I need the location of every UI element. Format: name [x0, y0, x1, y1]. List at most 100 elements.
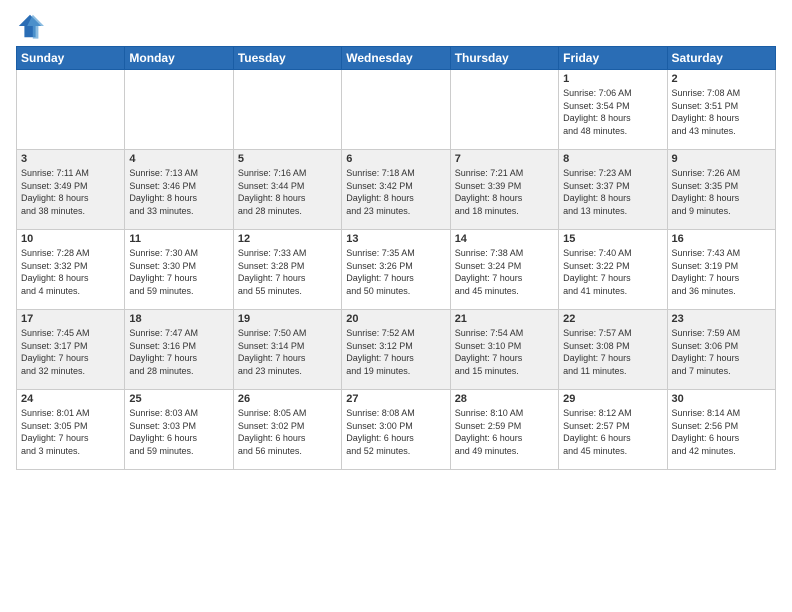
day-info: Sunrise: 8:05 AM Sunset: 3:02 PM Dayligh…	[238, 407, 337, 457]
day-number: 23	[672, 313, 771, 325]
calendar-day: 2 Sunrise: 7:08 AM Sunset: 3:51 PM Daylig…	[667, 70, 775, 150]
calendar-day	[450, 70, 558, 150]
day-number: 17	[21, 313, 120, 325]
weekday-header: Sunday	[17, 47, 125, 70]
day-info: Sunrise: 7:45 AM Sunset: 3:17 PM Dayligh…	[21, 327, 120, 377]
logo	[16, 12, 48, 40]
weekday-header: Friday	[559, 47, 667, 70]
day-info: Sunrise: 7:40 AM Sunset: 3:22 PM Dayligh…	[563, 247, 662, 297]
calendar-day: 19 Sunrise: 7:50 AM Sunset: 3:14 PM Dayli…	[233, 310, 341, 390]
weekday-header: Monday	[125, 47, 233, 70]
calendar-day: 21 Sunrise: 7:54 AM Sunset: 3:10 PM Dayli…	[450, 310, 558, 390]
calendar-day: 27 Sunrise: 8:08 AM Sunset: 3:00 PM Dayli…	[342, 390, 450, 470]
day-info: Sunrise: 7:28 AM Sunset: 3:32 PM Dayligh…	[21, 247, 120, 297]
calendar-day: 16 Sunrise: 7:43 AM Sunset: 3:19 PM Dayli…	[667, 230, 775, 310]
calendar-week: 24Sunrise: 8:01 AM Sunset: 3:05 PM Dayli…	[17, 390, 776, 470]
day-info: Sunrise: 7:52 AM Sunset: 3:12 PM Dayligh…	[346, 327, 445, 377]
day-number: 14	[455, 233, 554, 245]
day-info: Sunrise: 8:03 AM Sunset: 3:03 PM Dayligh…	[129, 407, 228, 457]
weekday-header: Thursday	[450, 47, 558, 70]
header-row	[16, 12, 776, 40]
calendar-day: 8Sunrise: 7:23 AM Sunset: 3:37 PM Daylig…	[559, 150, 667, 230]
day-number: 26	[238, 393, 337, 405]
calendar-day: 3Sunrise: 7:11 AM Sunset: 3:49 PM Daylig…	[17, 150, 125, 230]
weekday-header: Saturday	[667, 47, 775, 70]
calendar-day: 29Sunrise: 8:12 AM Sunset: 2:57 PM Dayli…	[559, 390, 667, 470]
calendar-week: 17 Sunrise: 7:45 AM Sunset: 3:17 PM Dayli…	[17, 310, 776, 390]
calendar-day: 17 Sunrise: 7:45 AM Sunset: 3:17 PM Dayli…	[17, 310, 125, 390]
calendar-day	[233, 70, 341, 150]
calendar-day: 10 Sunrise: 7:28 AM Sunset: 3:32 PM Dayli…	[17, 230, 125, 310]
day-info: Sunrise: 8:10 AM Sunset: 2:59 PM Dayligh…	[455, 407, 554, 457]
day-info: Sunrise: 7:59 AM Sunset: 3:06 PM Dayligh…	[672, 327, 771, 377]
day-info: Sunrise: 7:57 AM Sunset: 3:08 PM Dayligh…	[563, 327, 662, 377]
logo-icon	[16, 12, 44, 40]
day-number: 25	[129, 393, 228, 405]
calendar-day: 26 Sunrise: 8:05 AM Sunset: 3:02 PM Dayli…	[233, 390, 341, 470]
day-number: 3	[21, 153, 120, 165]
weekday-header: Wednesday	[342, 47, 450, 70]
calendar-day: 9Sunrise: 7:26 AM Sunset: 3:35 PM Daylig…	[667, 150, 775, 230]
day-number: 21	[455, 313, 554, 325]
day-info: Sunrise: 7:18 AM Sunset: 3:42 PM Dayligh…	[346, 167, 445, 217]
day-number: 16	[672, 233, 771, 245]
day-number: 11	[129, 233, 228, 245]
day-info: Sunrise: 7:26 AM Sunset: 3:35 PM Dayligh…	[672, 167, 771, 217]
day-number: 2	[672, 73, 771, 85]
day-number: 10	[21, 233, 120, 245]
day-info: Sunrise: 7:30 AM Sunset: 3:30 PM Dayligh…	[129, 247, 228, 297]
day-info: Sunrise: 7:47 AM Sunset: 3:16 PM Dayligh…	[129, 327, 228, 377]
calendar-day: 12 Sunrise: 7:33 AM Sunset: 3:28 PM Dayli…	[233, 230, 341, 310]
calendar-week: 1 Sunrise: 7:06 AM Sunset: 3:54 PM Daylig…	[17, 70, 776, 150]
calendar-day	[342, 70, 450, 150]
day-number: 15	[563, 233, 662, 245]
day-number: 18	[129, 313, 228, 325]
calendar-week: 3Sunrise: 7:11 AM Sunset: 3:49 PM Daylig…	[17, 150, 776, 230]
calendar-day: 1 Sunrise: 7:06 AM Sunset: 3:54 PM Daylig…	[559, 70, 667, 150]
calendar-day: 18 Sunrise: 7:47 AM Sunset: 3:16 PM Dayli…	[125, 310, 233, 390]
day-info: Sunrise: 7:33 AM Sunset: 3:28 PM Dayligh…	[238, 247, 337, 297]
calendar-day: 15 Sunrise: 7:40 AM Sunset: 3:22 PM Dayli…	[559, 230, 667, 310]
day-info: Sunrise: 7:13 AM Sunset: 3:46 PM Dayligh…	[129, 167, 228, 217]
day-number: 7	[455, 153, 554, 165]
day-info: Sunrise: 8:08 AM Sunset: 3:00 PM Dayligh…	[346, 407, 445, 457]
day-number: 27	[346, 393, 445, 405]
day-number: 5	[238, 153, 337, 165]
day-number: 30	[672, 393, 771, 405]
day-info: Sunrise: 7:35 AM Sunset: 3:26 PM Dayligh…	[346, 247, 445, 297]
calendar-day: 28 Sunrise: 8:10 AM Sunset: 2:59 PM Dayli…	[450, 390, 558, 470]
day-number: 1	[563, 73, 662, 85]
calendar-day	[17, 70, 125, 150]
day-number: 12	[238, 233, 337, 245]
day-number: 28	[455, 393, 554, 405]
day-number: 4	[129, 153, 228, 165]
calendar-day: 23 Sunrise: 7:59 AM Sunset: 3:06 PM Dayli…	[667, 310, 775, 390]
calendar-day: 30 Sunrise: 8:14 AM Sunset: 2:56 PM Dayli…	[667, 390, 775, 470]
calendar-day: 5Sunrise: 7:16 AM Sunset: 3:44 PM Daylig…	[233, 150, 341, 230]
calendar-day: 4 Sunrise: 7:13 AM Sunset: 3:46 PM Daylig…	[125, 150, 233, 230]
calendar-day: 13Sunrise: 7:35 AM Sunset: 3:26 PM Dayli…	[342, 230, 450, 310]
day-number: 6	[346, 153, 445, 165]
calendar-day: 24Sunrise: 8:01 AM Sunset: 3:05 PM Dayli…	[17, 390, 125, 470]
calendar-day: 7 Sunrise: 7:21 AM Sunset: 3:39 PM Daylig…	[450, 150, 558, 230]
page: SundayMondayTuesdayWednesdayThursdayFrid…	[0, 0, 792, 478]
day-info: Sunrise: 7:08 AM Sunset: 3:51 PM Dayligh…	[672, 87, 771, 137]
calendar-day: 20 Sunrise: 7:52 AM Sunset: 3:12 PM Dayli…	[342, 310, 450, 390]
day-number: 19	[238, 313, 337, 325]
day-number: 8	[563, 153, 662, 165]
calendar-day: 22Sunrise: 7:57 AM Sunset: 3:08 PM Dayli…	[559, 310, 667, 390]
calendar-day: 6 Sunrise: 7:18 AM Sunset: 3:42 PM Daylig…	[342, 150, 450, 230]
calendar: SundayMondayTuesdayWednesdayThursdayFrid…	[16, 46, 776, 470]
day-number: 29	[563, 393, 662, 405]
day-info: Sunrise: 8:14 AM Sunset: 2:56 PM Dayligh…	[672, 407, 771, 457]
day-info: Sunrise: 7:54 AM Sunset: 3:10 PM Dayligh…	[455, 327, 554, 377]
calendar-day: 11 Sunrise: 7:30 AM Sunset: 3:30 PM Dayli…	[125, 230, 233, 310]
day-info: Sunrise: 8:01 AM Sunset: 3:05 PM Dayligh…	[21, 407, 120, 457]
day-info: Sunrise: 7:06 AM Sunset: 3:54 PM Dayligh…	[563, 87, 662, 137]
day-info: Sunrise: 7:21 AM Sunset: 3:39 PM Dayligh…	[455, 167, 554, 217]
day-info: Sunrise: 7:43 AM Sunset: 3:19 PM Dayligh…	[672, 247, 771, 297]
day-number: 20	[346, 313, 445, 325]
calendar-day	[125, 70, 233, 150]
day-info: Sunrise: 7:38 AM Sunset: 3:24 PM Dayligh…	[455, 247, 554, 297]
day-info: Sunrise: 7:50 AM Sunset: 3:14 PM Dayligh…	[238, 327, 337, 377]
